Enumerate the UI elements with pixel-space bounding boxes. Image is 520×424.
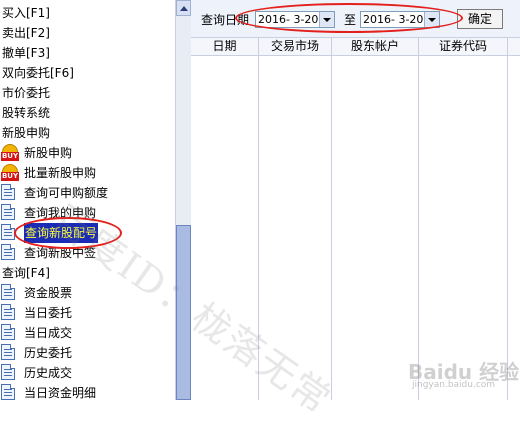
buy-icon: BUY [1, 144, 19, 162]
column-divider [507, 37, 508, 400]
document-icon [1, 304, 19, 322]
column-header-code[interactable]: 证券代码 [419, 38, 507, 55]
buy-icon: BUY [1, 164, 19, 182]
column-header-market[interactable]: 交易市场 [259, 38, 331, 55]
annotation-oval-date [235, 3, 463, 33]
tree-item-label: 历史委托 [24, 346, 73, 360]
tree-item[interactable]: 撤单[F3] [2, 43, 50, 63]
column-divider [418, 37, 419, 400]
tree-item-label: 资金股票 [24, 286, 73, 300]
tree-item-label: 市价委托 [2, 86, 51, 100]
column-header-date[interactable]: 日期 [191, 38, 258, 55]
tree-item-label: 批量新股申购 [24, 166, 97, 180]
tree-item-label: 新股申购 [2, 126, 51, 140]
tree-item-label: 双向委托[F6] [2, 66, 74, 80]
tree-item-label: 卖出[F2] [2, 26, 50, 40]
annotation-oval-selected [14, 217, 122, 249]
scroll-thumb[interactable] [176, 225, 191, 400]
tree-scrollbar[interactable] [175, 0, 191, 400]
tree-item-label: 股转系统 [2, 106, 51, 120]
scroll-up-arrow-icon[interactable] [176, 0, 191, 16]
document-icon [1, 384, 19, 400]
tree-item-label: 查询[F4] [2, 266, 50, 280]
query-toolbar: 查询日期 2016- 3-20 至 2016- 3-20 确定 [191, 0, 520, 37]
tree-item[interactable]: 市价委托 [2, 83, 50, 103]
tree-item-label: 当日资金明细 [24, 386, 97, 400]
tree-item[interactable]: 查询[F4] [2, 263, 50, 283]
column-divider [331, 37, 332, 400]
document-icon [1, 204, 19, 222]
document-icon [1, 284, 19, 302]
tree-item-label: 新股申购 [24, 146, 73, 160]
column-header-account[interactable]: 股东帐户 [332, 38, 418, 55]
tree-item-label: 撤单[F3] [2, 46, 50, 60]
document-icon [1, 244, 19, 262]
query-panel: 查询日期 2016- 3-20 至 2016- 3-20 确定 日期 交易市场 … [191, 0, 520, 400]
function-tree: 买入[F1] 卖出[F2] 撤单[F3] 双向委托[F6] 市价委托股转系统新股申购 BU… [0, 0, 175, 400]
document-icon [1, 364, 19, 382]
document-icon [1, 344, 19, 362]
document-icon [1, 184, 19, 202]
column-divider [258, 37, 259, 400]
tree-item-label: 买入[F1] [2, 6, 50, 20]
tree-item-label: 当日成交 [24, 326, 73, 340]
tree-item[interactable]: 股转系统 [2, 103, 50, 123]
confirm-button[interactable]: 确定 [457, 9, 503, 29]
tree-item[interactable]: 买入[F1] [2, 3, 50, 23]
tree-item[interactable]: 双向委托[F6] [2, 63, 74, 83]
brand-watermark-url: jingyan.baidu.com [412, 380, 496, 390]
tree-item-label: 历史成交 [24, 366, 73, 380]
tree-item[interactable]: 卖出[F2] [2, 23, 50, 43]
document-icon [1, 324, 19, 342]
table-header: 日期 交易市场 股东帐户 证券代码 [191, 37, 520, 56]
tree-item[interactable]: 新股申购 [2, 123, 50, 143]
tree-item-label: 当日委托 [24, 306, 73, 320]
tree-item-label: 查询可申购额度 [24, 186, 109, 200]
